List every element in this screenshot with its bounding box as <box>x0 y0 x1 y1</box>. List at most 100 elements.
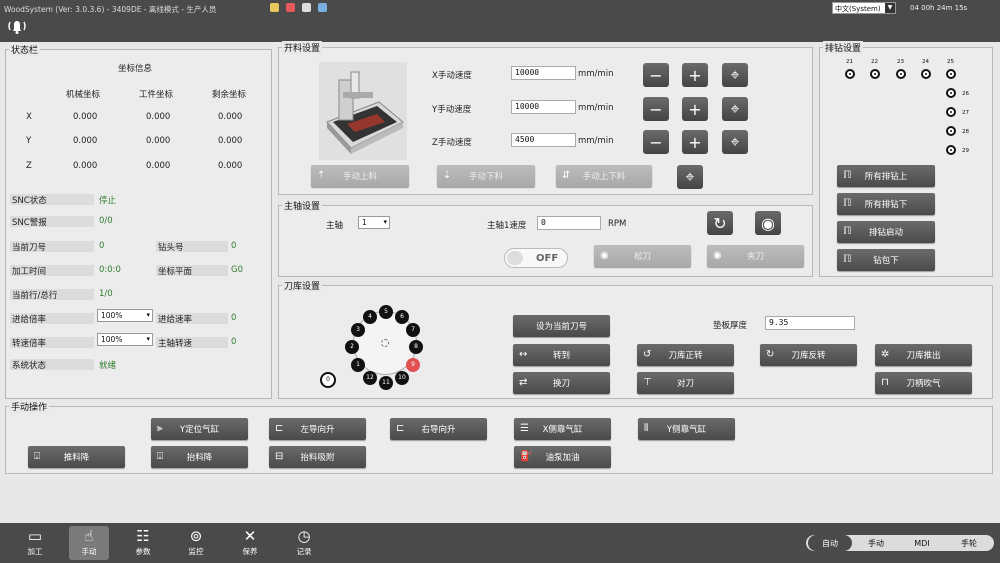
y-locate-button[interactable]: ⌖ <box>722 97 748 121</box>
z-locate-button[interactable]: ⌖ <box>722 130 748 154</box>
tool-blow-label: 刀柄吹气 <box>906 379 941 389</box>
drill-start-button[interactable]: ℿ 排钻启动 <box>837 221 935 243</box>
feed-rate-select[interactable]: 100% <box>97 309 153 322</box>
manual-load-label: 手动上料 <box>342 172 377 182</box>
push-down-button[interactable]: ⍗ 推料降 <box>28 446 125 468</box>
y-positioning-cylinder-label: Y定位气缸 <box>179 425 220 435</box>
y-minus-button[interactable]: − <box>643 97 669 121</box>
mode-mdi[interactable]: MDI <box>900 535 944 551</box>
right-guide-up-button[interactable]: ⊏ 右导向升 <box>390 418 487 440</box>
tool-8[interactable]: 8 <box>409 340 423 354</box>
tool-9[interactable]: 9 <box>406 358 420 372</box>
spindle-rotate-button[interactable]: ↻ <box>707 211 733 235</box>
magazine-reverse-button[interactable]: ↻ 刀库反转 <box>760 344 857 366</box>
tool-4[interactable]: 4 <box>363 310 377 324</box>
z-plus-button[interactable]: + <box>682 130 708 154</box>
y-speed-input[interactable]: 10000 <box>511 100 576 114</box>
tool-3[interactable]: 3 <box>351 323 365 337</box>
left-guide-up-button[interactable]: ⊏ 左导向升 <box>269 418 366 440</box>
tool-10[interactable]: 10 <box>395 371 409 385</box>
tool-blow-button[interactable]: ⊓ 刀柄吹气 <box>875 372 972 394</box>
drill-27-icon[interactable] <box>946 107 956 117</box>
y-side-cylinder-button[interactable]: ⫴ Y侧靠气缸 <box>638 418 735 440</box>
z-speed-input[interactable]: 4500 <box>511 133 576 147</box>
mode-handwheel[interactable]: 手轮 <box>946 535 992 551</box>
y-plus-button[interactable]: + <box>682 97 708 121</box>
alarm-bell-icon[interactable] <box>6 17 28 35</box>
drill-29-icon[interactable] <box>946 145 956 155</box>
lift-suction-label: 抬料吸附 <box>300 453 335 463</box>
spindle-select[interactable]: 1 <box>358 216 390 229</box>
folder-icon[interactable] <box>318 3 327 12</box>
all-drills-down-button[interactable]: ℿ 所有排钻下 <box>837 193 935 215</box>
pad-thickness-input[interactable]: 9.35 <box>765 316 855 330</box>
drill-23-icon[interactable] <box>896 69 906 79</box>
drill-row-icon: ℿ <box>843 170 852 181</box>
feed-locate-button[interactable]: ⌖ <box>677 165 703 189</box>
tool-7[interactable]: 7 <box>406 323 420 337</box>
x-minus-button[interactable]: − <box>643 63 669 87</box>
tool-6[interactable]: 6 <box>395 310 409 324</box>
manual-load-unload-button[interactable]: ⇵ 手动上下料 <box>556 165 652 187</box>
tool-5[interactable]: 5 <box>379 305 393 319</box>
drill-26-icon[interactable] <box>946 88 956 98</box>
clamp-tool-button[interactable]: ◉ 夹刀 <box>707 245 804 267</box>
process-time-label: 加工时间 <box>12 267 47 277</box>
change-tool-button[interactable]: ⇄ 换刀 <box>513 372 610 394</box>
set-current-tool-label: 设为当前刀号 <box>535 322 587 332</box>
nav-params[interactable]: ☷ 参数 <box>123 526 163 560</box>
nav-records[interactable]: ◷ 记录 <box>284 526 324 560</box>
rotate-to-button[interactable]: ↔ 转到 <box>513 344 610 366</box>
drill-25-icon[interactable] <box>946 69 956 79</box>
drill-21-icon[interactable] <box>845 69 855 79</box>
all-drills-up-button[interactable]: ℿ 所有排钻上 <box>837 165 935 187</box>
magazine-forward-button[interactable]: ↺ 刀库正转 <box>637 344 734 366</box>
lift-down-button[interactable]: ⍗ 抬料降 <box>151 446 248 468</box>
toggle-state: OFF <box>536 253 559 264</box>
lift-suction-button[interactable]: ⊟ 抬料吸附 <box>269 446 366 468</box>
x-plus-button[interactable]: + <box>682 63 708 87</box>
language-select[interactable]: 中文(System) ▼ <box>832 2 896 14</box>
drill-pack-down-label: 钻包下 <box>873 256 899 266</box>
set-current-tool-button[interactable]: 设为当前刀号 <box>513 315 610 337</box>
nav-process[interactable]: ▭ 加工 <box>15 526 55 560</box>
mode-manual[interactable]: 手动 <box>854 535 898 551</box>
align-tool-button[interactable]: ⊤ 对刀 <box>637 372 734 394</box>
spindle-toggle[interactable]: OFF <box>504 248 568 268</box>
oil-pump-button[interactable]: ⛽ 油泵加油 <box>514 446 611 468</box>
spindle-rate-select[interactable]: 100% <box>97 333 153 346</box>
loosen-tool-button[interactable]: ◉ 松刀 <box>594 245 691 267</box>
x-locate-button[interactable]: ⌖ <box>722 63 748 87</box>
drill-pack-down-button[interactable]: ℿ 钻包下 <box>837 249 935 271</box>
tool-2[interactable]: 2 <box>345 340 359 354</box>
drill-24-icon[interactable] <box>921 69 931 79</box>
drill-28-icon[interactable] <box>946 126 956 136</box>
nav-manual[interactable]: ☝ 手动 <box>69 526 109 560</box>
monitor-icon: ▭ <box>27 527 43 545</box>
header-remain-coord: 剩余坐标 <box>212 90 247 100</box>
z-minus-button[interactable]: − <box>643 130 669 154</box>
drill-no-label: 钻头号 <box>158 243 184 253</box>
manual-load-button[interactable]: ⇡ 手动上料 <box>311 165 409 187</box>
drill-22-icon[interactable] <box>870 69 880 79</box>
x-side-cylinder-button[interactable]: ☰ X侧靠气缸 <box>514 418 611 440</box>
spindle-tool-0[interactable]: 0 <box>320 372 336 388</box>
spindle-stop-button[interactable]: ◉ <box>755 211 781 235</box>
gear-icon: ✲ <box>881 349 890 360</box>
nav-monitor[interactable]: ⊚ 监控 <box>176 526 216 560</box>
tool-11[interactable]: 11 <box>379 376 393 390</box>
tool-12[interactable]: 12 <box>363 371 377 385</box>
spindle-speed-input[interactable]: 0 <box>537 216 601 230</box>
x-machine-value: 0.000 <box>73 112 98 122</box>
calendar-icon[interactable] <box>286 3 295 12</box>
mode-auto[interactable]: 自动 <box>808 535 852 551</box>
manual-unload-button[interactable]: ⇣ 手动下料 <box>437 165 535 187</box>
user-icon[interactable] <box>270 3 279 12</box>
x-speed-input[interactable]: 10000 <box>511 66 576 80</box>
nav-maintenance[interactable]: ✕ 保养 <box>230 526 270 560</box>
tool-1[interactable]: 1 <box>351 358 365 372</box>
crosshair-icon: ⌖ <box>685 167 695 186</box>
y-positioning-cylinder-button[interactable]: ⫸ Y定位气缸 <box>151 418 248 440</box>
document-icon[interactable] <box>302 3 311 12</box>
magazine-push-out-button[interactable]: ✲ 刀库推出 <box>875 344 972 366</box>
